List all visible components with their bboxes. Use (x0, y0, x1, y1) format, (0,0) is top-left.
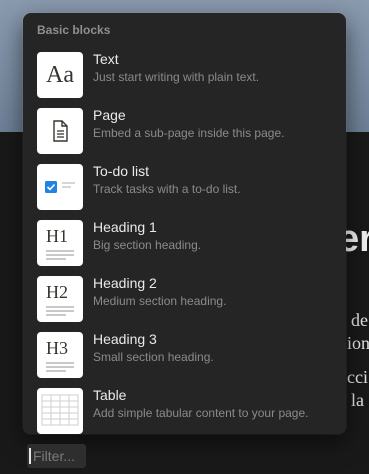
heading-3-icon: H3 (37, 332, 83, 378)
menu-item-heading-3[interactable]: H3 Heading 3 Small section heading. (23, 327, 346, 383)
menu-item-description: Small section heading. (93, 350, 214, 364)
menu-item-todo-list[interactable]: To-do list Track tasks with a to-do list… (23, 159, 346, 215)
menu-item-title: To-do list (93, 163, 150, 179)
menu-item-heading-2[interactable]: H2 Heading 2 Medium section heading. (23, 271, 346, 327)
filter-input[interactable]: Filter... (27, 444, 86, 468)
menu-item-title: Text (93, 51, 119, 67)
menu-item-title: Table (93, 387, 127, 403)
filter-placeholder: Filter... (33, 448, 76, 464)
todo-checkbox-icon (37, 164, 83, 210)
page-text-fragment: cci (347, 367, 368, 387)
text-cursor (29, 448, 31, 464)
menu-item-title: Heading 3 (93, 331, 157, 347)
menu-item-description: Big section heading. (93, 238, 202, 252)
menu-item-table[interactable]: Table Add simple tabular content to your… (23, 383, 346, 434)
text-block-icon: Aa (37, 52, 83, 98)
page-text-fragment: ion (347, 333, 369, 353)
menu-item-description: Just start writing with plain text. (93, 70, 260, 84)
menu-item-title: Page (93, 107, 126, 123)
block-menu: Basic blocks Aa Text Just start writing … (23, 13, 346, 434)
menu-item-title: Heading 1 (93, 219, 157, 235)
heading-2-icon: H2 (37, 276, 83, 322)
page-text-fragment: de (351, 310, 368, 330)
menu-item-description: Track tasks with a to-do list. (93, 182, 241, 196)
heading-1-icon: H1 (37, 220, 83, 266)
page-icon (37, 108, 83, 154)
menu-item-heading-1[interactable]: H1 Heading 1 Big section heading. (23, 215, 346, 271)
table-icon (37, 388, 83, 434)
menu-item-description: Add simple tabular content to your page. (93, 406, 309, 420)
menu-item-description: Medium section heading. (93, 294, 227, 308)
page-text-fragment: la (351, 390, 364, 410)
menu-item-page[interactable]: Page Embed a sub-page inside this page. (23, 103, 346, 159)
menu-item-title: Heading 2 (93, 275, 157, 291)
menu-item-text[interactable]: Aa Text Just start writing with plain te… (23, 47, 346, 103)
menu-section-title: Basic blocks (37, 23, 111, 37)
menu-item-description: Embed a sub-page inside this page. (93, 126, 285, 140)
